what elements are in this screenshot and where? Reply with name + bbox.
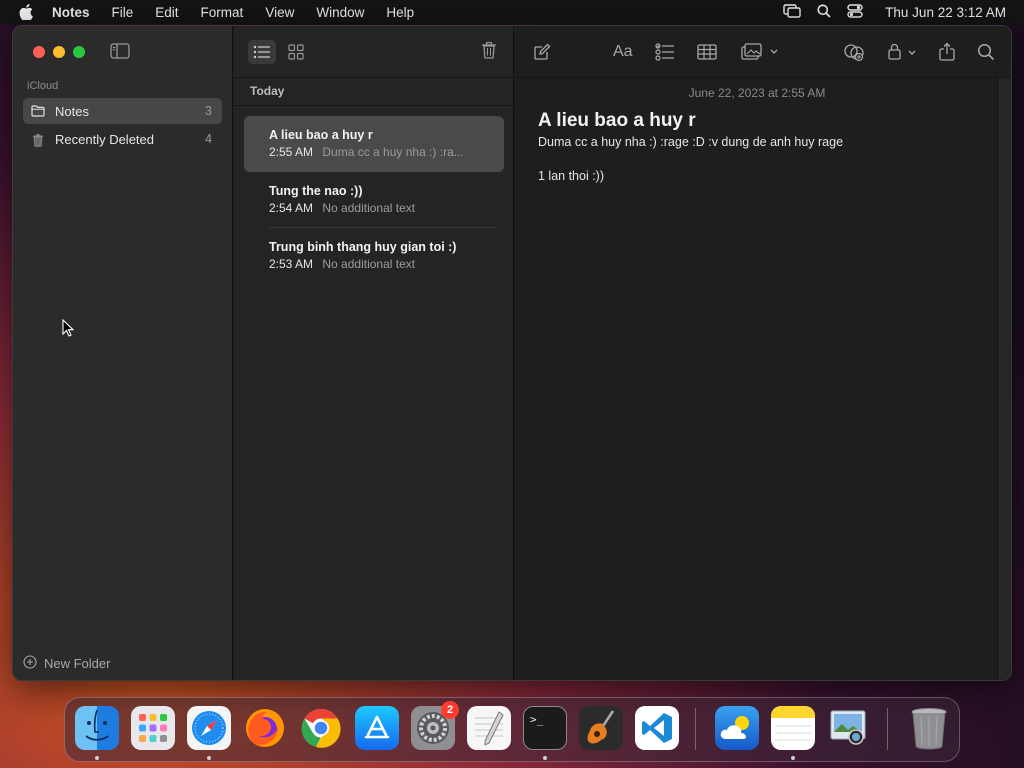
editor-toolbar: Aa <box>515 26 1011 78</box>
dock-vscode-icon[interactable] <box>635 706 679 750</box>
menu-file[interactable]: File <box>101 5 145 20</box>
note-title: Trung binh thang huy gian toi :) <box>269 240 457 254</box>
section-divider <box>234 105 513 106</box>
dock-separator <box>887 708 888 750</box>
screen-mirroring-icon[interactable] <box>783 3 801 21</box>
note-body-line <box>538 151 843 168</box>
table-icon[interactable] <box>697 41 717 63</box>
menu-edit[interactable]: Edit <box>144 5 189 20</box>
notification-badge: 2 <box>441 701 459 719</box>
note-title: Tung the nao :)) <box>269 184 363 198</box>
note-body-line: Duma cc a huy nha :) :rage :D :v dung de… <box>538 135 844 149</box>
sidebar-folder-notes[interactable]: Notes 3 <box>23 98 222 124</box>
note-list-item[interactable]: Trung binh thang huy gian toi :) 2:53 AM… <box>244 228 504 284</box>
trash-icon <box>31 133 45 147</box>
dock-terminal-icon[interactable]: >_ <box>523 706 567 750</box>
folder-label: Notes <box>55 103 89 119</box>
dock-finder-icon[interactable] <box>75 706 119 750</box>
dock-separator <box>695 708 696 750</box>
spotlight-search-icon[interactable] <box>817 4 831 21</box>
checklist-icon[interactable] <box>655 41 675 63</box>
notes-section-header: Today <box>250 84 285 98</box>
control-center-icon[interactable] <box>847 3 863 21</box>
folder-icon <box>31 105 45 117</box>
terminal-prompt-glyph: >_ <box>530 713 544 726</box>
dock-chrome-icon[interactable] <box>299 706 343 750</box>
dock-launchpad-icon[interactable] <box>131 706 175 750</box>
menu-clock[interactable]: Thu Jun 22 3:12 AM <box>885 5 1006 20</box>
list-view-button[interactable] <box>248 40 276 64</box>
dock-weather-icon[interactable] <box>715 706 759 750</box>
note-preview: No additional text <box>322 201 416 215</box>
note-time: 2:54 AM <box>269 201 314 215</box>
note-list-item[interactable]: Tung the nao :)) 2:54 AM No additional t… <box>244 172 504 228</box>
menu-window[interactable]: Window <box>305 5 375 20</box>
compose-icon[interactable] <box>533 41 551 63</box>
note-time: 2:55 AM <box>269 145 314 159</box>
dock-textedit-icon[interactable] <box>467 706 511 750</box>
plus-circle-icon <box>23 655 37 672</box>
running-indicator <box>95 756 99 760</box>
notes-list-toolbar <box>234 26 513 78</box>
apple-menu-icon[interactable] <box>0 4 52 20</box>
list-icon <box>253 45 270 59</box>
note-body-line: 1 lan thoi :)) <box>538 169 605 183</box>
zoom-window-button[interactable] <box>73 46 85 58</box>
notes-list-pane: Today A lieu bao a huy r 2:55 AM Duma cc… <box>234 26 514 680</box>
close-window-button[interactable] <box>33 46 45 58</box>
dock-garageband-icon[interactable] <box>579 706 623 750</box>
trash-icon <box>482 41 496 59</box>
menu-help[interactable]: Help <box>375 5 425 20</box>
editor-scrollbar[interactable] <box>997 78 1011 680</box>
mouse-pointer-icon <box>62 318 75 342</box>
share-icon[interactable] <box>939 41 955 63</box>
search-icon[interactable] <box>977 41 995 63</box>
dock: 2 >_ <box>64 697 960 762</box>
note-time: 2:53 AM <box>269 257 314 271</box>
icloud-section-label: iCloud <box>27 80 59 92</box>
running-indicator <box>791 756 795 760</box>
folder-count: 4 <box>205 132 212 146</box>
dock-trash-icon[interactable] <box>907 706 951 750</box>
note-body[interactable]: Duma cc a huy nha :) :rage :D :v dung de… <box>538 134 843 185</box>
folders-sidebar: iCloud Notes 3 Recently Deleted 4 New Fo… <box>13 26 233 680</box>
running-indicator <box>543 756 547 760</box>
note-timestamp: June 22, 2023 at 2:55 AM <box>688 86 826 100</box>
gallery-view-button[interactable] <box>282 40 310 64</box>
format-text-button[interactable]: Aa <box>613 41 633 63</box>
dock-system-settings-icon[interactable]: 2 <box>411 701 459 750</box>
sidebar-folder-recently-deleted[interactable]: Recently Deleted 4 <box>23 126 222 152</box>
folder-count: 3 <box>205 104 212 118</box>
sidebar-toggle-icon[interactable] <box>110 43 130 59</box>
note-preview: Duma cc a huy nha :) :ra... <box>322 145 464 159</box>
collaborate-icon[interactable] <box>843 41 865 63</box>
delete-note-button[interactable] <box>481 41 497 64</box>
note-list-item[interactable]: A lieu bao a huy r 2:55 AM Duma cc a huy… <box>244 116 504 172</box>
lock-icon[interactable] <box>887 41 921 63</box>
note-editor-pane: Aa June 22, 2023 at 2:55 AM A lieu bao a… <box>515 26 1011 680</box>
new-folder-label: New Folder <box>44 656 111 671</box>
menu-app-notes[interactable]: Notes <box>52 5 101 20</box>
minimize-window-button[interactable] <box>53 46 65 58</box>
menu-bar: Notes File Edit Format View Window Help … <box>0 0 1024 24</box>
note-title: A lieu bao a huy r <box>269 128 373 142</box>
dock-app-store-icon[interactable] <box>355 706 399 750</box>
menu-view[interactable]: View <box>254 5 305 20</box>
new-folder-button[interactable]: New Folder <box>23 655 110 672</box>
grid-icon <box>288 44 304 60</box>
dock-firefox-icon[interactable] <box>243 706 287 750</box>
note-heading[interactable]: A lieu bao a huy r <box>538 110 696 132</box>
dock-preview-icon[interactable] <box>827 706 871 750</box>
running-indicator <box>207 756 211 760</box>
dock-safari-icon[interactable] <box>187 706 231 750</box>
window-controls <box>33 46 85 58</box>
dock-notes-icon[interactable] <box>771 706 815 750</box>
folder-label: Recently Deleted <box>55 131 154 147</box>
menu-format[interactable]: Format <box>190 5 255 20</box>
note-preview: No additional text <box>322 257 416 271</box>
media-attachment-icon[interactable] <box>741 41 781 63</box>
notes-window: iCloud Notes 3 Recently Deleted 4 New Fo… <box>12 25 1012 681</box>
